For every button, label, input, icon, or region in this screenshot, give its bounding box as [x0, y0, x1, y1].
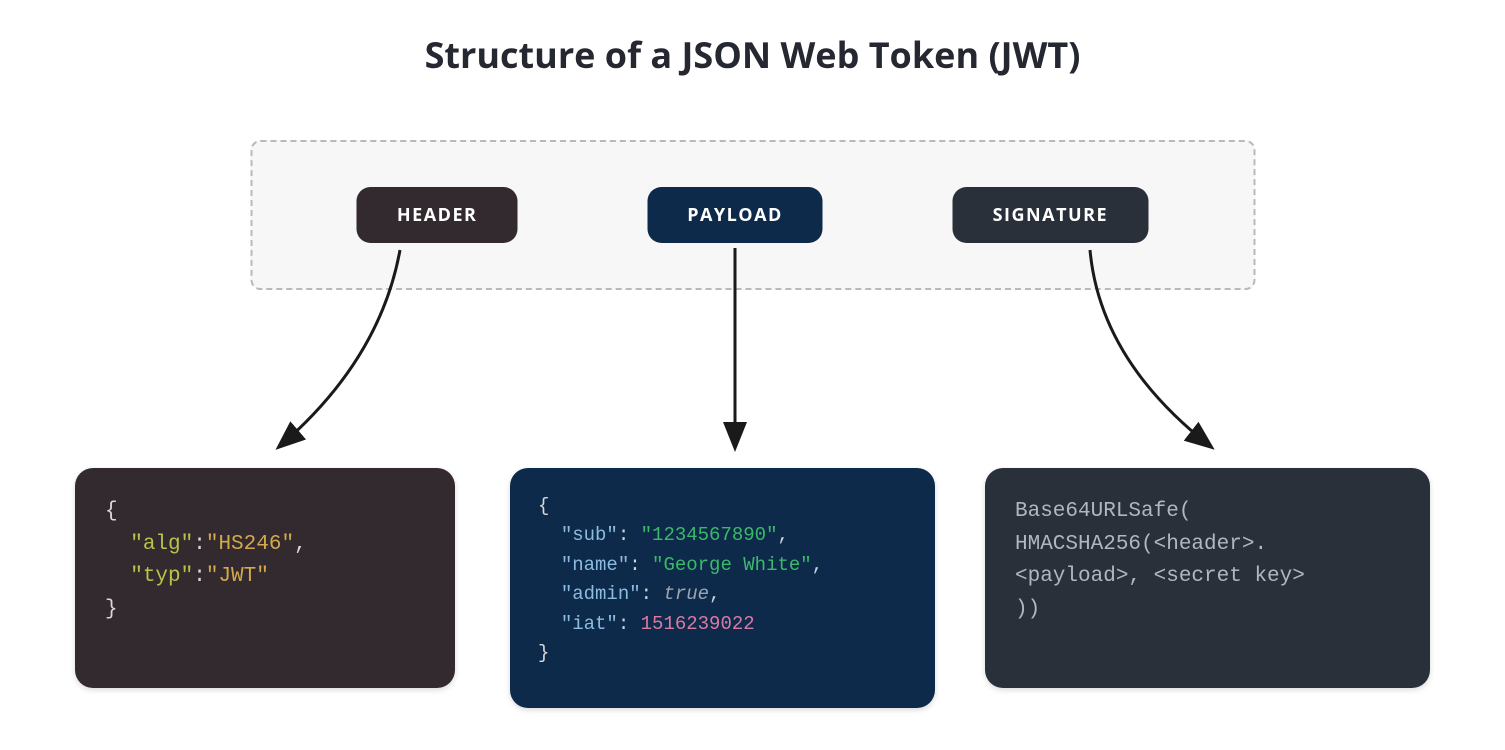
- jwt-parts-container: HEADER PAYLOAD SIGNATURE: [250, 140, 1255, 290]
- payload-admin-value: true: [663, 583, 709, 605]
- signature-code-box: Base64URLSafe( HMACSHA256(<header>. <pay…: [985, 468, 1430, 688]
- sig-line-4: )): [1015, 598, 1040, 621]
- payload-iat-value: 1516239022: [641, 613, 755, 635]
- sig-line-2: HMACSHA256(<header>.: [1015, 533, 1267, 556]
- payload-name-value: George White: [663, 554, 800, 576]
- diagram-title: Structure of a JSON Web Token (JWT): [0, 30, 1505, 79]
- header-pill: HEADER: [357, 187, 518, 243]
- header-typ-value: JWT: [218, 565, 256, 588]
- sig-line-1: Base64URLSafe(: [1015, 500, 1191, 523]
- sig-line-3: <payload>, <secret key>: [1015, 565, 1305, 588]
- payload-sub-value: 1234567890: [652, 524, 766, 546]
- signature-pill: SIGNATURE: [953, 187, 1148, 243]
- payload-pill: PAYLOAD: [647, 187, 823, 243]
- payload-code-box: { "sub": "1234567890", "name": "George W…: [510, 468, 935, 708]
- header-code-box: { "alg":"HS246", "typ":"JWT" }: [75, 468, 455, 688]
- header-alg-value: HS246: [218, 533, 281, 556]
